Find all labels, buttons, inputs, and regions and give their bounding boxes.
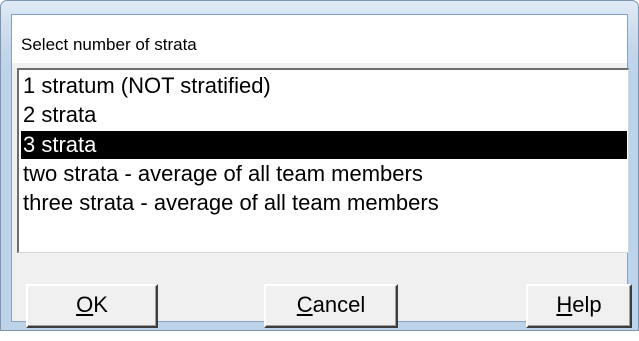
cancel-button-label-rest: ancel xyxy=(312,292,366,317)
strata-listbox[interactable]: 1 stratum (NOT stratified) 2 strata 3 st… xyxy=(17,68,629,253)
ok-button-mnemonic: O xyxy=(76,292,94,317)
dialog-title-bar: Select number of strata xyxy=(11,14,628,65)
list-item-three-strata-average[interactable]: three strata - average of all team membe… xyxy=(21,189,627,217)
help-button[interactable]: Help xyxy=(526,284,632,328)
dialog-window: Select number of strata 1 stratum (NOT s… xyxy=(0,0,639,331)
cancel-button-mnemonic: C xyxy=(296,292,313,317)
list-item-two-strata-average[interactable]: two strata - average of all team members xyxy=(21,160,627,188)
dialog-title: Select number of strata xyxy=(21,35,197,54)
help-button-label-rest: elp xyxy=(572,292,602,317)
ok-button-label-rest: K xyxy=(93,292,108,317)
list-item-3-strata[interactable]: 3 strata xyxy=(21,131,627,159)
list-item-2-strata[interactable]: 2 strata xyxy=(21,101,627,129)
cancel-button[interactable]: Cancel xyxy=(264,284,398,328)
list-item-1-stratum[interactable]: 1 stratum (NOT stratified) xyxy=(21,72,627,100)
dialog-client-area: 1 stratum (NOT stratified) 2 strata 3 st… xyxy=(11,63,632,328)
ok-button[interactable]: OK xyxy=(26,284,158,328)
help-button-mnemonic: H xyxy=(556,292,573,317)
